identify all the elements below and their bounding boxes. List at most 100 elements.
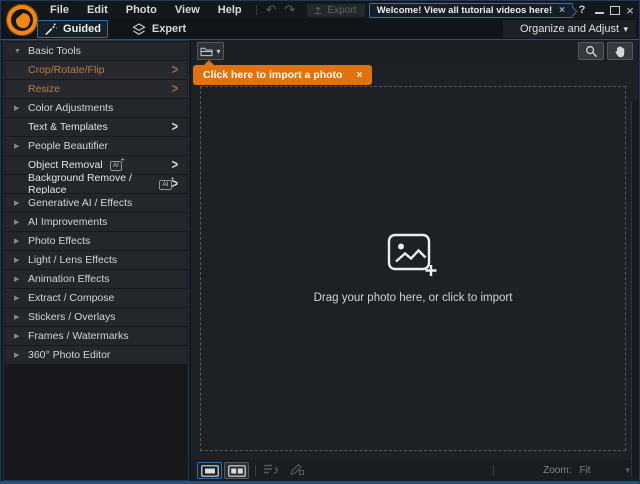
triangle-right-icon: ▶ (14, 256, 28, 264)
zoom-control: Zoom: Fit ▾ (543, 460, 630, 481)
ai-icon: AI+ (159, 180, 171, 190)
ai-badge-text: AI (113, 162, 119, 169)
undo-icon[interactable]: ↶ (262, 3, 281, 17)
sidebar-item-crop-rotate-flip[interactable]: Crop/Rotate/Flip > (5, 61, 187, 79)
sidebar-item-people-beautifier[interactable]: ▶ People Beautifier (5, 137, 187, 155)
mode-selector-dropdown[interactable]: Organize and Adjust ▾ (503, 20, 636, 38)
sidebar-item-photo-effects[interactable]: ▶ Photo Effects (5, 232, 187, 250)
drop-hint-text: Drag your photo here, or click to import (314, 292, 513, 304)
sidebar-item-text-templates[interactable]: Text & Templates > (5, 118, 187, 136)
sidebar-item-label: Crop/Rotate/Flip (28, 64, 104, 76)
menu-photo[interactable]: Photo (117, 2, 166, 18)
canvas-statusbar: Zoom: Fit ▾ (191, 460, 638, 481)
dual-view-icon (228, 465, 246, 477)
menu-items: File Edit Photo View Help (41, 2, 251, 18)
sidebar-item-label: 360° Photo Editor (28, 349, 110, 361)
triangle-right-icon: ▶ (14, 313, 28, 321)
zoom-value: Fit (579, 465, 617, 476)
sidebar-item-background-remove-replace[interactable]: Background Remove / Replace AI+ > (5, 175, 187, 193)
right-panel-strip (631, 101, 638, 477)
sidebar-item-label: Text & Templates (28, 121, 108, 133)
divider (256, 5, 257, 15)
tab-guided-label: Guided (63, 23, 101, 35)
open-photo-button[interactable]: ▾ (197, 42, 224, 60)
sidebar-item-label: Photo Effects (28, 235, 90, 247)
photo-dropzone[interactable]: Drag your photo here, or click to import (200, 86, 626, 451)
divider (255, 465, 256, 476)
sidebar-item-basic-tools[interactable]: ▼ Basic Tools (5, 42, 187, 60)
apply-history-icon[interactable] (263, 463, 279, 481)
sidebar-item-color-adjustments[interactable]: ▶ Color Adjustments (5, 99, 187, 117)
app-window: File Edit Photo View Help ↶ ↷ Export Wel… (0, 0, 640, 484)
window-close-button[interactable]: × (623, 1, 637, 19)
app-logo-icon[interactable] (6, 4, 38, 36)
triangle-right-icon: ▶ (14, 218, 28, 226)
mode-selector-label: Organize and Adjust (520, 23, 619, 35)
menu-view[interactable]: View (166, 2, 209, 18)
sidebar: ▼ Basic Tools Crop/Rotate/Flip > Resize … (3, 40, 189, 481)
sidebar-item-label: Generative AI / Effects (28, 197, 132, 209)
close-icon[interactable]: × (356, 70, 362, 81)
chevron-right-icon: > (172, 82, 178, 97)
chevron-right-icon: > (172, 63, 178, 78)
chevron-down-icon: ▾ (216, 47, 220, 56)
menu-file[interactable]: File (41, 2, 78, 18)
triangle-right-icon: ▶ (14, 104, 28, 112)
edit-pen-icon[interactable] (289, 463, 304, 481)
tab-guided[interactable]: Guided (37, 20, 108, 38)
minimize-button[interactable] (592, 1, 606, 19)
sidebar-item-label: Light / Lens Effects (28, 254, 117, 266)
sidebar-item-360-photo-editor[interactable]: ▶ 360° Photo Editor (5, 346, 187, 364)
canvas-panel: ▾ Click here to import a photo × (191, 40, 638, 481)
sidebar-item-ai-improvements[interactable]: ▶ AI Improvements (5, 213, 187, 231)
chevron-down-icon: ▾ (625, 465, 630, 476)
canvas-toolbar: ▾ (191, 40, 638, 62)
add-image-icon (387, 233, 439, 279)
sidebar-item-label: Extract / Compose (28, 292, 114, 304)
sidebar-item-generative-ai-effects[interactable]: ▶ Generative AI / Effects (5, 194, 187, 212)
tutorial-notification[interactable]: Welcome! View all tutorial videos here! … (369, 3, 573, 18)
sidebar-item-label: Color Adjustments (28, 102, 113, 114)
menu-help[interactable]: Help (209, 2, 251, 18)
ai-icon: AI+ (110, 161, 122, 171)
sidebar-item-label: Animation Effects (28, 273, 110, 285)
sidebar-item-animation-effects[interactable]: ▶ Animation Effects (5, 270, 187, 288)
sidebar-item-label: People Beautifier (28, 140, 108, 152)
triangle-right-icon: ▶ (14, 294, 28, 302)
chevron-down-icon: ▾ (623, 24, 628, 35)
sidebar-item-light-lens-effects[interactable]: ▶ Light / Lens Effects (5, 251, 187, 269)
export-button[interactable]: Export (307, 4, 365, 17)
tooltip-arrow (204, 60, 214, 65)
help-button[interactable]: ? (575, 1, 589, 19)
plus-icon: + (121, 157, 125, 165)
magnifier-icon (585, 45, 598, 58)
menubar: File Edit Photo View Help ↶ ↷ Export Wel… (1, 1, 639, 19)
pan-tool-button[interactable] (607, 42, 633, 60)
tabbar: Guided Expert Organize and Adjust ▾ (1, 19, 639, 39)
sidebar-item-stickers-overlays[interactable]: ▶ Stickers / Overlays (5, 308, 187, 326)
triangle-right-icon: ▶ (14, 275, 28, 283)
magic-wand-icon (44, 23, 57, 36)
layers-icon (132, 23, 146, 36)
redo-icon[interactable]: ↷ (281, 3, 300, 17)
zoom-tool-button[interactable] (578, 42, 604, 60)
dual-view-button[interactable] (224, 462, 249, 479)
menu-edit[interactable]: Edit (78, 2, 117, 18)
sidebar-item-resize[interactable]: Resize > (5, 80, 187, 98)
tab-expert[interactable]: Expert (125, 20, 193, 38)
notification-text: Welcome! View all tutorial videos here! (377, 5, 552, 16)
close-icon[interactable]: × (559, 5, 565, 16)
maximize-button[interactable] (608, 1, 622, 19)
sidebar-item-extract-compose[interactable]: ▶ Extract / Compose (5, 289, 187, 307)
sidebar-item-label: Background Remove / Replace (28, 172, 152, 196)
export-icon (314, 6, 322, 15)
zoom-label: Zoom: (543, 465, 571, 476)
import-tooltip[interactable]: Click here to import a photo × (193, 65, 372, 85)
single-view-button[interactable] (197, 462, 222, 479)
ai-badge-text: AI (162, 181, 168, 188)
hand-icon (614, 45, 626, 58)
sidebar-item-label: Stickers / Overlays (28, 311, 116, 323)
sidebar-item-label: Frames / Watermarks (28, 330, 129, 342)
sidebar-item-frames-watermarks[interactable]: ▶ Frames / Watermarks (5, 327, 187, 345)
maximize-icon (610, 6, 620, 15)
